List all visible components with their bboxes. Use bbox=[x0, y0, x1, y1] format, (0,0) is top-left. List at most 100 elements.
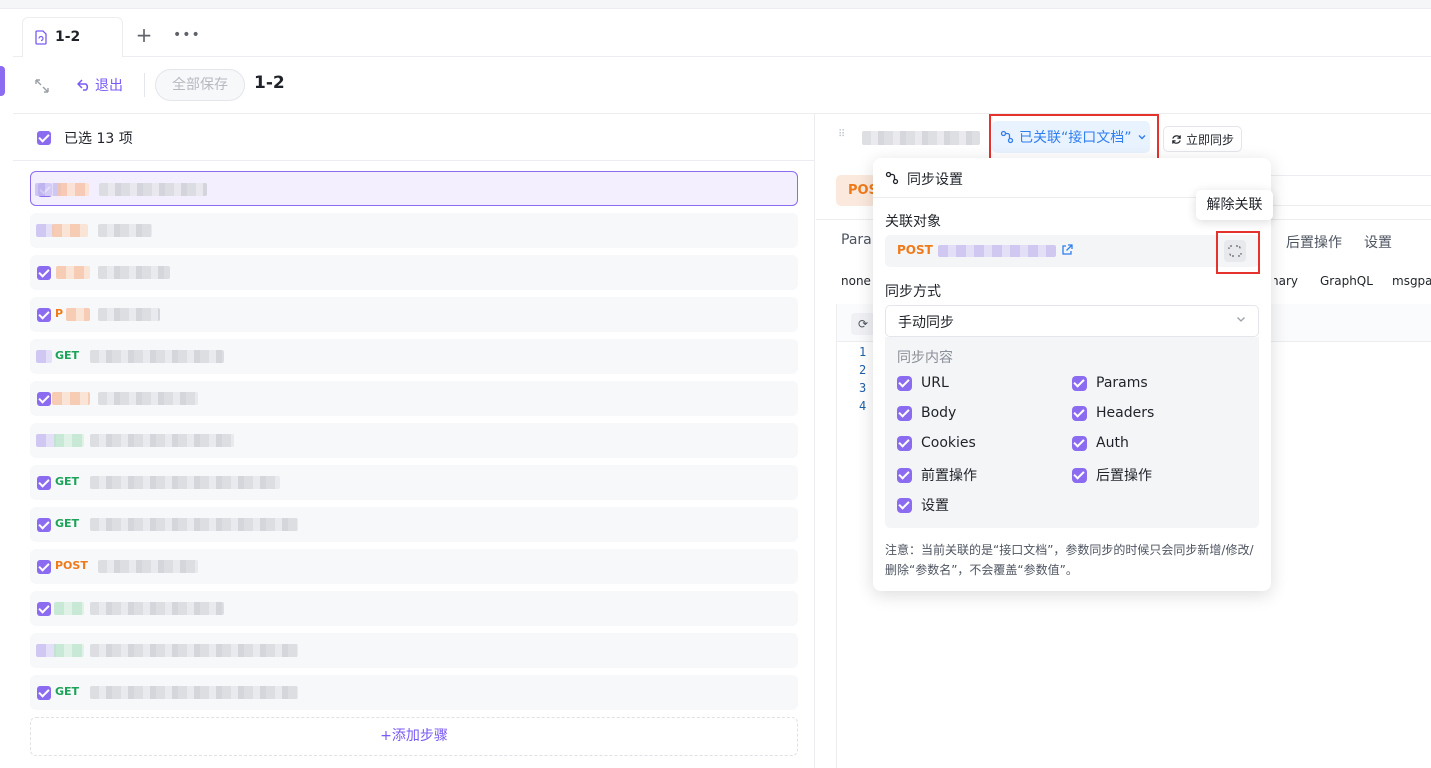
redacted-text bbox=[862, 131, 980, 145]
sync-mode-select[interactable]: 手动同步 bbox=[885, 305, 1259, 337]
add-tab-button[interactable]: + bbox=[135, 25, 153, 45]
step-row[interactable] bbox=[30, 255, 798, 290]
redacted-text bbox=[56, 266, 90, 279]
step-row[interactable]: POST bbox=[30, 549, 798, 584]
expand-icon[interactable] bbox=[33, 77, 51, 95]
toolbar: 退出 全部保存 1-2 bbox=[13, 57, 1431, 114]
step-row[interactable] bbox=[30, 423, 798, 458]
checkbox[interactable] bbox=[897, 405, 912, 421]
body-type-msgpack[interactable]: msgpack bbox=[1392, 274, 1431, 288]
external-link-icon[interactable] bbox=[1060, 243, 1074, 257]
step-row[interactable]: GET bbox=[30, 339, 798, 374]
option-body[interactable]: Body bbox=[897, 405, 956, 421]
add-step-button[interactable]: +添加步骤 bbox=[30, 717, 798, 756]
selected-count: 已选 13 项 bbox=[64, 131, 133, 147]
redacted-text bbox=[52, 224, 88, 237]
option-post-processors[interactable]: 后置操作 bbox=[1072, 465, 1152, 485]
step-checkbox[interactable] bbox=[37, 392, 51, 406]
option-settings[interactable]: 设置 bbox=[897, 495, 949, 515]
redacted-text bbox=[36, 350, 52, 363]
redacted-text bbox=[938, 245, 1056, 257]
redacted-text bbox=[90, 686, 298, 699]
step-row[interactable]: GET bbox=[30, 675, 798, 710]
step-row[interactable] bbox=[30, 213, 798, 248]
checkbox[interactable] bbox=[1072, 467, 1087, 483]
plus-icon: + bbox=[380, 728, 392, 744]
sync-now-label: 立即同步 bbox=[1185, 132, 1234, 147]
option-params[interactable]: Params bbox=[1072, 375, 1148, 391]
more-icon[interactable]: ••• bbox=[173, 26, 200, 44]
highlight-box bbox=[989, 114, 1159, 161]
sync-now-button[interactable]: 立即同步 bbox=[1163, 126, 1242, 152]
option-pre-processors[interactable]: 前置操作 bbox=[897, 465, 977, 485]
step-row[interactable]: GET bbox=[30, 465, 798, 500]
option-label: 设置 bbox=[921, 498, 949, 514]
refresh-icon[interactable]: ⟳ bbox=[851, 313, 875, 335]
checkbox[interactable] bbox=[897, 435, 912, 451]
step-checkbox[interactable] bbox=[37, 518, 51, 532]
method-label: GET bbox=[55, 475, 80, 488]
step-checkbox[interactable] bbox=[37, 560, 51, 574]
redacted-text bbox=[36, 434, 56, 447]
option-label: Cookies bbox=[921, 435, 976, 451]
step-row[interactable] bbox=[30, 633, 798, 668]
sync-mode-label: 同步方式 bbox=[885, 284, 941, 300]
tab-params[interactable]: Params bbox=[841, 232, 877, 248]
target-method: POST bbox=[897, 243, 933, 257]
checkbox[interactable] bbox=[1072, 375, 1087, 391]
body-type-graphql[interactable]: GraphQL bbox=[1320, 274, 1373, 288]
drag-handle-icon[interactable]: ⠿ bbox=[838, 130, 846, 144]
redacted-text bbox=[90, 518, 298, 531]
step-row[interactable] bbox=[30, 381, 798, 416]
sync-mode-value: 手动同步 bbox=[898, 315, 954, 331]
step-checkbox[interactable] bbox=[37, 308, 51, 322]
step-row[interactable]: P bbox=[30, 297, 798, 332]
checkbox[interactable] bbox=[897, 467, 912, 483]
step-row[interactable] bbox=[30, 591, 798, 626]
save-all-button[interactable]: 全部保存 bbox=[155, 69, 245, 101]
undo-icon bbox=[77, 79, 89, 91]
option-label: URL bbox=[921, 375, 949, 391]
redacted-text bbox=[90, 350, 224, 363]
line-number: 3 bbox=[859, 381, 867, 395]
step-checkbox[interactable] bbox=[37, 476, 51, 490]
selection-header: 已选 13 项 bbox=[13, 114, 814, 161]
checkbox[interactable] bbox=[1072, 435, 1087, 451]
method-label: P bbox=[55, 307, 64, 320]
method-label: POST bbox=[55, 559, 88, 572]
sync-settings-popover: 同步设置 关联对象 POST 同步方式 手动同步 同步内容 URL Body C… bbox=[873, 158, 1271, 591]
checkbox[interactable] bbox=[1072, 405, 1087, 421]
tab-settings[interactable]: 设置 bbox=[1364, 232, 1392, 252]
request-method-select[interactable]: POST bbox=[836, 175, 876, 206]
option-url[interactable]: URL bbox=[897, 375, 949, 391]
option-headers[interactable]: Headers bbox=[1072, 405, 1154, 421]
detail-header: ⠿ 已关联“接口文档” 立即同步 bbox=[816, 114, 1431, 161]
option-cookies[interactable]: Cookies bbox=[897, 435, 976, 451]
checkbox[interactable] bbox=[897, 497, 912, 513]
tab-label: 1-2 bbox=[55, 29, 81, 45]
body-type-none[interactable]: none bbox=[841, 274, 871, 288]
step-checkbox[interactable] bbox=[37, 686, 51, 700]
step-row[interactable] bbox=[30, 171, 798, 206]
redacted-text bbox=[90, 602, 224, 615]
option-auth[interactable]: Auth bbox=[1072, 435, 1129, 451]
step-checkbox[interactable] bbox=[37, 602, 51, 616]
step-checkbox[interactable] bbox=[37, 266, 51, 280]
tab-post-processors[interactable]: 后置操作 bbox=[1286, 232, 1342, 252]
step-row[interactable]: GET bbox=[30, 507, 798, 542]
sidebar-active-indicator bbox=[0, 66, 5, 96]
line-number: 2 bbox=[859, 363, 867, 377]
tab-1-2[interactable]: 1-2 bbox=[22, 17, 123, 57]
redacted-text bbox=[52, 392, 90, 405]
steps-panel: 已选 13 项 P GET GET GET POST GET +添加步骤 bbox=[13, 114, 815, 768]
select-all-checkbox[interactable] bbox=[37, 131, 51, 145]
sync-note: 注意：当前关联的是“接口文档”，参数同步的时候只会同步新增/修改/删除“参数名”… bbox=[885, 543, 1254, 577]
test-scenario-icon bbox=[35, 30, 47, 45]
option-label: 前置操作 bbox=[921, 468, 977, 484]
linked-target-field: POST bbox=[885, 235, 1259, 267]
option-label: Auth bbox=[1096, 435, 1129, 451]
checkbox[interactable] bbox=[897, 375, 912, 391]
refresh-icon bbox=[1172, 134, 1181, 144]
body-type-binary[interactable]: binary bbox=[1274, 274, 1298, 288]
exit-button[interactable]: 退出 bbox=[77, 74, 123, 96]
